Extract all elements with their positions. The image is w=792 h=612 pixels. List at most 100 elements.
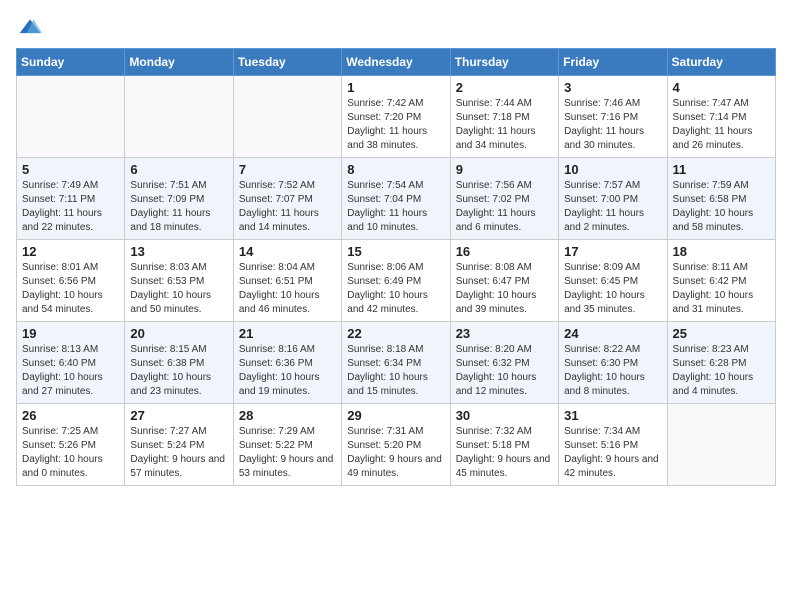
day-number: 23 <box>456 326 553 341</box>
calendar-day-cell: 1 Sunrise: 7:42 AMSunset: 7:20 PMDaylight… <box>342 76 450 158</box>
weekday-header: Wednesday <box>342 49 450 76</box>
day-number: 24 <box>564 326 661 341</box>
day-info: Sunrise: 8:23 AMSunset: 6:28 PMDaylight:… <box>673 343 770 399</box>
day-info: Sunrise: 8:08 AMSunset: 6:47 PMDaylight:… <box>456 261 553 317</box>
day-number: 31 <box>564 408 661 423</box>
day-number: 1 <box>347 80 444 95</box>
calendar-day-cell: 22Sunrise: 8:18 AMSunset: 6:34 PMDayligh… <box>342 322 450 404</box>
calendar-day-cell: 3 Sunrise: 7:46 AMSunset: 7:16 PMDaylight… <box>559 76 667 158</box>
calendar-day-cell: 27 Sunrise: 7:27 AMSunset: 5:24 PMDayligh… <box>125 404 233 486</box>
day-info: Sunrise: 8:15 AMSunset: 6:38 PMDaylight:… <box>130 343 227 399</box>
day-info: Sunrise: 7:44 AMSunset: 7:18 PMDaylight:… <box>456 97 553 153</box>
day-number: 28 <box>239 408 336 423</box>
calendar-day-cell: 15 Sunrise: 8:06 AMSunset: 6:49 PMDayligh… <box>342 240 450 322</box>
day-info: Sunrise: 7:34 AMSunset: 5:16 PMDaylight:… <box>564 425 661 481</box>
calendar-day-cell: 7 Sunrise: 7:52 AMSunset: 7:07 PMDaylight… <box>233 158 341 240</box>
calendar-week-row: 5 Sunrise: 7:49 AMSunset: 7:11 PMDaylight… <box>17 158 776 240</box>
day-number: 10 <box>564 162 661 177</box>
day-number: 21 <box>239 326 336 341</box>
calendar-day-cell: 18 Sunrise: 8:11 AMSunset: 6:42 PMDayligh… <box>667 240 775 322</box>
calendar-day-cell: 6 Sunrise: 7:51 AMSunset: 7:09 PMDaylight… <box>125 158 233 240</box>
calendar-day-cell <box>17 76 125 158</box>
day-number: 20 <box>130 326 227 341</box>
day-info: Sunrise: 8:13 AMSunset: 6:40 PMDaylight:… <box>22 343 119 399</box>
calendar-day-cell: 12Sunrise: 8:01 AMSunset: 6:56 PMDayligh… <box>17 240 125 322</box>
day-info: Sunrise: 7:47 AMSunset: 7:14 PMDaylight:… <box>673 97 770 153</box>
calendar-week-row: 26 Sunrise: 7:25 AMSunset: 5:26 PMDayligh… <box>17 404 776 486</box>
calendar-day-cell: 14Sunrise: 8:04 AMSunset: 6:51 PMDayligh… <box>233 240 341 322</box>
day-number: 19 <box>22 326 119 341</box>
day-info: Sunrise: 7:56 AMSunset: 7:02 PMDaylight:… <box>456 179 553 235</box>
day-number: 26 <box>22 408 119 423</box>
calendar-day-cell: 10 Sunrise: 7:57 AMSunset: 7:00 PMDayligh… <box>559 158 667 240</box>
day-number: 5 <box>22 162 119 177</box>
day-number: 13 <box>130 244 227 259</box>
calendar-day-cell: 25Sunrise: 8:23 AMSunset: 6:28 PMDayligh… <box>667 322 775 404</box>
day-info: Sunrise: 7:51 AMSunset: 7:09 PMDaylight:… <box>130 179 227 235</box>
day-number: 2 <box>456 80 553 95</box>
calendar-day-cell: 23 Sunrise: 8:20 AMSunset: 6:32 PMDayligh… <box>450 322 558 404</box>
day-number: 3 <box>564 80 661 95</box>
day-number: 6 <box>130 162 227 177</box>
calendar-day-cell: 13 Sunrise: 8:03 AMSunset: 6:53 PMDayligh… <box>125 240 233 322</box>
day-info: Sunrise: 8:04 AMSunset: 6:51 PMDaylight:… <box>239 261 336 317</box>
day-info: Sunrise: 7:32 AMSunset: 5:18 PMDaylight:… <box>456 425 553 481</box>
day-info: Sunrise: 7:54 AMSunset: 7:04 PMDaylight:… <box>347 179 444 235</box>
calendar-day-cell <box>125 76 233 158</box>
calendar-day-cell: 8 Sunrise: 7:54 AMSunset: 7:04 PMDaylight… <box>342 158 450 240</box>
day-info: Sunrise: 8:22 AMSunset: 6:30 PMDaylight:… <box>564 343 661 399</box>
day-info: Sunrise: 7:31 AMSunset: 5:20 PMDaylight:… <box>347 425 444 481</box>
day-number: 8 <box>347 162 444 177</box>
day-number: 22 <box>347 326 444 341</box>
day-number: 12 <box>22 244 119 259</box>
day-info: Sunrise: 8:06 AMSunset: 6:49 PMDaylight:… <box>347 261 444 317</box>
day-info: Sunrise: 8:03 AMSunset: 6:53 PMDaylight:… <box>130 261 227 317</box>
calendar-day-cell: 4 Sunrise: 7:47 AMSunset: 7:14 PMDaylight… <box>667 76 775 158</box>
day-info: Sunrise: 8:20 AMSunset: 6:32 PMDaylight:… <box>456 343 553 399</box>
calendar-day-cell: 11 Sunrise: 7:59 AMSunset: 6:58 PMDayligh… <box>667 158 775 240</box>
calendar-day-cell <box>233 76 341 158</box>
day-number: 4 <box>673 80 770 95</box>
day-number: 11 <box>673 162 770 177</box>
calendar-day-cell: 2 Sunrise: 7:44 AMSunset: 7:18 PMDaylight… <box>450 76 558 158</box>
day-info: Sunrise: 7:29 AMSunset: 5:22 PMDaylight:… <box>239 425 336 481</box>
day-number: 27 <box>130 408 227 423</box>
day-info: Sunrise: 7:27 AMSunset: 5:24 PMDaylight:… <box>130 425 227 481</box>
calendar-day-cell: 17Sunrise: 8:09 AMSunset: 6:45 PMDayligh… <box>559 240 667 322</box>
weekday-header: Thursday <box>450 49 558 76</box>
day-number: 29 <box>347 408 444 423</box>
calendar-day-cell: 30 Sunrise: 7:32 AMSunset: 5:18 PMDayligh… <box>450 404 558 486</box>
calendar-day-cell: 16 Sunrise: 8:08 AMSunset: 6:47 PMDayligh… <box>450 240 558 322</box>
day-info: Sunrise: 7:59 AMSunset: 6:58 PMDaylight:… <box>673 179 770 235</box>
day-info: Sunrise: 7:49 AMSunset: 7:11 PMDaylight:… <box>22 179 119 235</box>
day-info: Sunrise: 8:09 AMSunset: 6:45 PMDaylight:… <box>564 261 661 317</box>
calendar-day-cell: 29 Sunrise: 7:31 AMSunset: 5:20 PMDayligh… <box>342 404 450 486</box>
logo <box>16 16 42 40</box>
day-info: Sunrise: 7:52 AMSunset: 7:07 PMDaylight:… <box>239 179 336 235</box>
day-number: 7 <box>239 162 336 177</box>
day-number: 30 <box>456 408 553 423</box>
calendar-day-cell: 20 Sunrise: 8:15 AMSunset: 6:38 PMDayligh… <box>125 322 233 404</box>
day-number: 9 <box>456 162 553 177</box>
day-number: 16 <box>456 244 553 259</box>
calendar-day-cell <box>667 404 775 486</box>
weekday-header: Tuesday <box>233 49 341 76</box>
day-info: Sunrise: 7:25 AMSunset: 5:26 PMDaylight:… <box>22 425 119 481</box>
day-info: Sunrise: 7:57 AMSunset: 7:00 PMDaylight:… <box>564 179 661 235</box>
header <box>16 16 776 40</box>
calendar-day-cell: 9 Sunrise: 7:56 AMSunset: 7:02 PMDaylight… <box>450 158 558 240</box>
day-info: Sunrise: 7:42 AMSunset: 7:20 PMDaylight:… <box>347 97 444 153</box>
day-number: 18 <box>673 244 770 259</box>
calendar-day-cell: 31 Sunrise: 7:34 AMSunset: 5:16 PMDayligh… <box>559 404 667 486</box>
day-info: Sunrise: 8:11 AMSunset: 6:42 PMDaylight:… <box>673 261 770 317</box>
day-info: Sunrise: 7:46 AMSunset: 7:16 PMDaylight:… <box>564 97 661 153</box>
weekday-header: Friday <box>559 49 667 76</box>
day-number: 15 <box>347 244 444 259</box>
calendar-week-row: 19 Sunrise: 8:13 AMSunset: 6:40 PMDayligh… <box>17 322 776 404</box>
weekday-header: Monday <box>125 49 233 76</box>
day-info: Sunrise: 8:16 AMSunset: 6:36 PMDaylight:… <box>239 343 336 399</box>
calendar-day-cell: 21 Sunrise: 8:16 AMSunset: 6:36 PMDayligh… <box>233 322 341 404</box>
calendar-week-row: 1 Sunrise: 7:42 AMSunset: 7:20 PMDaylight… <box>17 76 776 158</box>
calendar-day-cell: 24 Sunrise: 8:22 AMSunset: 6:30 PMDayligh… <box>559 322 667 404</box>
weekday-header: Saturday <box>667 49 775 76</box>
